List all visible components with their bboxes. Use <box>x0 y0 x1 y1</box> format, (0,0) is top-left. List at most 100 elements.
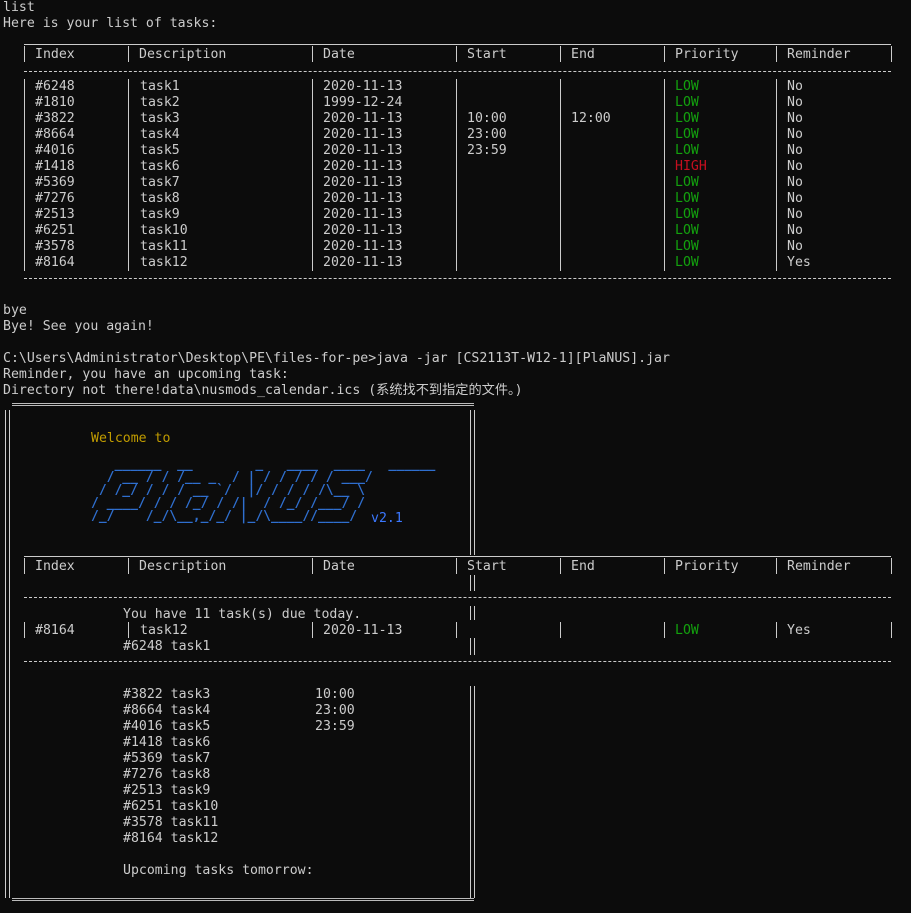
table-bottom-border <box>24 278 891 279</box>
cell-desc: task8 <box>140 191 180 206</box>
header2-end: End <box>571 559 595 574</box>
column-separator <box>664 622 665 638</box>
header-index: Index <box>35 47 75 62</box>
today-right-a2 <box>474 543 475 555</box>
cell-desc: task7 <box>140 175 180 190</box>
cell-date: 2020-11-13 <box>323 79 403 94</box>
cell-date: 2020-11-13 <box>323 111 403 126</box>
today-item: #7276 task8 <box>123 767 211 782</box>
cell-date: 2020-11-13 <box>323 127 403 142</box>
cell-desc: task12 <box>140 255 188 270</box>
header-reminder: Reminder <box>787 47 851 62</box>
cell-priority: HIGH <box>675 159 707 174</box>
today-left-edge <box>5 543 6 898</box>
banner-right-edge <box>470 410 471 543</box>
cell-priority: LOW <box>675 255 699 270</box>
command-bye: bye <box>3 303 27 318</box>
version-label: v2.1 <box>371 511 403 526</box>
cell-start: 23:59 <box>467 143 507 158</box>
cell-priority: LOW <box>675 95 699 110</box>
today-right-d2 <box>474 638 475 655</box>
cell-priority: LOW <box>675 191 699 206</box>
cell-date: 2020-11-13 <box>323 159 403 174</box>
column-separator <box>24 46 25 62</box>
today-right-d <box>470 638 471 655</box>
header-date: Date <box>323 47 355 62</box>
cell-priority: LOW <box>675 127 699 142</box>
column-separator <box>664 46 665 62</box>
cell-priority: LOW <box>675 207 699 222</box>
cell-date: 2020-11-13 <box>323 239 403 254</box>
list-header-text: Here is your list of tasks: <box>3 16 218 31</box>
today-item-time: 23:59 <box>315 719 355 734</box>
column-separator <box>776 558 777 574</box>
cell-index: #6248 <box>35 79 75 94</box>
cell-priority: LOW <box>675 111 699 126</box>
cell-priority: LOW <box>675 175 699 190</box>
today-item: #2513 task9 <box>123 783 211 798</box>
column-separator <box>776 622 777 638</box>
cell-desc: task6 <box>140 159 180 174</box>
today-item: #8664 task4 <box>123 703 211 718</box>
tomorrow-heading: Upcoming tasks tomorrow: <box>123 863 314 878</box>
cell-date: 2020-11-13 <box>323 255 403 270</box>
cell-date: 1999-12-24 <box>323 95 403 110</box>
cell-index: #1810 <box>35 95 75 110</box>
cell-end: 12:00 <box>571 111 611 126</box>
terminal-window[interactable]: list Here is your list of tasks: Index D… <box>0 0 911 913</box>
cell-desc: task5 <box>140 143 180 158</box>
column-separator <box>664 558 665 574</box>
banner-left-edge-inner <box>9 410 10 543</box>
column-separator <box>664 79 665 271</box>
cell-index: #5369 <box>35 175 75 190</box>
reminder-message: Reminder, you have an upcoming task: <box>3 367 289 382</box>
column-separator <box>891 46 892 62</box>
welcome-text: Welcome to <box>91 431 171 446</box>
column-separator <box>312 558 313 574</box>
column-separator <box>456 558 457 574</box>
column-separator <box>312 622 313 638</box>
header2-date: Date <box>323 559 355 574</box>
cell-desc: task11 <box>140 239 188 254</box>
upcoming-index: #8164 <box>35 623 75 638</box>
cell-priority: LOW <box>675 239 699 254</box>
cell-desc: task10 <box>140 223 188 238</box>
column-separator <box>24 622 25 638</box>
column-separator <box>312 46 313 62</box>
cell-index: #4016 <box>35 143 75 158</box>
cell-priority: LOW <box>675 79 699 94</box>
header-start: Start <box>467 47 507 62</box>
banner-right-edge-inner <box>474 410 475 543</box>
cell-desc: task2 <box>140 95 180 110</box>
column-separator <box>456 79 457 271</box>
upcoming-date: 2020-11-13 <box>323 623 403 638</box>
banner-bottom-border <box>12 898 474 901</box>
column-separator <box>128 558 129 574</box>
column-separator <box>560 46 561 62</box>
table2-bottom-border <box>24 661 891 662</box>
logo-line: /_/ /_/\__,_/_/ |_/\____//____/ <box>91 509 358 524</box>
error-message: Directory not there!data\nusmods_calenda… <box>3 383 523 398</box>
cell-start: 23:00 <box>467 127 507 142</box>
column-separator <box>776 79 777 271</box>
column-separator <box>128 79 129 271</box>
upcoming-priority: LOW <box>675 623 699 638</box>
today-item: #6248 task1 <box>123 639 211 654</box>
today-item: #3578 task11 <box>123 815 219 830</box>
cell-index: #6251 <box>35 223 75 238</box>
cell-index: #7276 <box>35 191 75 206</box>
column-separator <box>776 46 777 62</box>
column-separator <box>456 622 457 638</box>
today-right-b2 <box>474 575 475 591</box>
bye-message: Bye! See you again! <box>3 319 154 334</box>
column-separator <box>560 622 561 638</box>
column-separator <box>456 46 457 62</box>
cell-index: #3822 <box>35 111 75 126</box>
today-item: #3822 task3 <box>123 687 211 702</box>
cell-start: 10:00 <box>467 111 507 126</box>
column-separator <box>891 622 892 638</box>
table2-top-border <box>24 556 891 557</box>
cell-reminder: No <box>787 207 803 222</box>
cell-date: 2020-11-13 <box>323 207 403 222</box>
header-priority: Priority <box>675 47 739 62</box>
